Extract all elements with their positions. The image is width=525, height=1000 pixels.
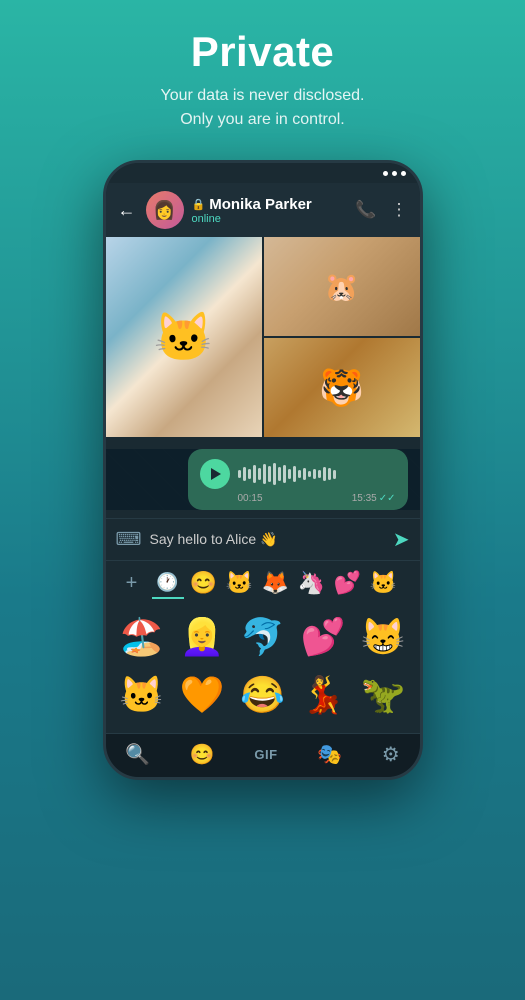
contact-info: 🔒 Monika Parker online	[192, 196, 348, 225]
avatar: 👩	[146, 191, 184, 229]
emoji-1[interactable]: 😊	[188, 567, 220, 599]
send-button[interactable]: ➤	[393, 527, 410, 552]
sticker-beach[interactable]: 🏖️	[116, 611, 168, 663]
sticker-hearts[interactable]: 💕	[297, 611, 349, 663]
play-button[interactable]	[200, 459, 230, 489]
nav-sticker[interactable]: 🎭	[317, 742, 342, 767]
nav-search[interactable]: 🔍	[125, 742, 150, 767]
input-bar: ⌨ Say hello to Alice 👋 ➤	[106, 518, 420, 560]
recent-tab[interactable]: 🕐	[152, 567, 184, 599]
sticker-laughing[interactable]: 😂	[236, 669, 288, 721]
search-icon: 🔍	[125, 742, 150, 767]
sticker-dinosaur[interactable]: 🦖	[357, 669, 409, 721]
battery-icon	[401, 171, 406, 176]
emoji-3[interactable]: 🦊	[260, 567, 292, 599]
sticker-gingerbread[interactable]: 🧡	[176, 669, 228, 721]
wave-bar	[243, 467, 246, 481]
sticker-dolphin[interactable]: 🐬	[236, 611, 288, 663]
contact-status: online	[192, 213, 348, 225]
sticker-woman[interactable]: 👱‍♀️	[176, 611, 228, 663]
voice-content	[200, 459, 396, 489]
wifi-icon	[392, 171, 397, 176]
phone-mockup: ← 👩 🔒 Monika Parker online 📞 ⋮	[103, 160, 423, 780]
emoji-icon: 😊	[190, 742, 215, 767]
cat-photo	[106, 237, 262, 437]
gif-icon: GIF	[254, 747, 277, 762]
tiger-photo	[264, 338, 420, 437]
wave-bar	[293, 466, 296, 482]
photo-grid	[106, 237, 420, 437]
wave-bar	[318, 470, 321, 478]
nav-gif[interactable]: GIF	[254, 747, 277, 762]
wave-bar	[248, 469, 251, 479]
wave-bar	[303, 468, 306, 480]
wave-bar	[308, 471, 311, 477]
sticker-section: 🏖️ 👱‍♀️ 🐬 💕 😸 🐱 🧡 😂 💃 🦖	[106, 605, 420, 733]
sticker-cat-glasses[interactable]: 😸	[357, 611, 409, 663]
sticker-row-1: 🏖️ 👱‍♀️ 🐬 💕 😸	[114, 611, 412, 663]
sticker-dance[interactable]: 💃	[297, 669, 349, 721]
wave-bar	[258, 468, 261, 480]
menu-button[interactable]: ⋮	[391, 200, 408, 220]
wave-bar	[253, 465, 256, 483]
sticker-pink-cat[interactable]: 🐱	[116, 669, 168, 721]
sticker-icon: 🎭	[317, 742, 342, 767]
wave-bar	[298, 470, 301, 478]
hero-subtitle: Your data is never disclosed. Only you a…	[161, 84, 365, 132]
emoji-4[interactable]: 🦄	[296, 567, 328, 599]
contact-name: 🔒 Monika Parker	[192, 196, 348, 213]
waveform	[238, 462, 396, 486]
back-button[interactable]: ←	[118, 200, 136, 221]
wave-bar	[328, 468, 331, 480]
nav-emoji[interactable]: 😊	[190, 742, 215, 767]
settings-icon: ⚙	[382, 742, 400, 767]
wave-bar	[288, 469, 291, 479]
message-input[interactable]: Say hello to Alice 👋	[149, 531, 384, 548]
wave-bar	[263, 464, 266, 484]
lock-icon: 🔒	[192, 198, 206, 211]
emoji-6[interactable]: 🐱	[368, 567, 400, 599]
play-icon	[211, 468, 221, 480]
header-actions: 📞 ⋮	[355, 200, 407, 220]
wave-bar	[268, 466, 271, 482]
nav-settings[interactable]: ⚙	[382, 742, 400, 767]
status-bar	[106, 163, 420, 183]
read-receipt: ✓✓	[379, 493, 396, 504]
hamster-photo	[264, 237, 420, 336]
bottom-nav: 🔍 😊 GIF 🎭 ⚙	[106, 733, 420, 777]
sticker-row-2: 🐱 🧡 😂 💃 🦖	[114, 669, 412, 721]
wave-bar	[273, 463, 276, 485]
add-sticker-button[interactable]: +	[116, 567, 148, 599]
emoji-5[interactable]: 💕	[332, 567, 364, 599]
wave-bar	[283, 465, 286, 483]
page-title: Private	[191, 28, 335, 76]
call-button[interactable]: 📞	[355, 200, 376, 220]
wave-bar	[333, 470, 336, 479]
keyboard-icon[interactable]: ⌨	[116, 529, 142, 550]
wave-bar	[238, 470, 241, 478]
chat-header: ← 👩 🔒 Monika Parker online 📞 ⋮	[106, 183, 420, 237]
emoji-toolbar: + 🕐 😊 🐱 🦊 🦄 💕 🐱	[106, 560, 420, 605]
wave-bar	[278, 467, 281, 481]
voice-message-bubble: 00:15 15:35 ✓✓	[188, 449, 408, 510]
voice-meta: 00:15 15:35 ✓✓	[200, 493, 396, 504]
wave-bar	[313, 469, 316, 479]
wave-bar	[323, 467, 326, 481]
chat-area: 00:15 15:35 ✓✓	[106, 449, 420, 510]
signal-icon	[383, 171, 388, 176]
voice-time: 15:35 ✓✓	[352, 493, 396, 504]
voice-duration: 00:15	[238, 493, 263, 504]
emoji-2[interactable]: 🐱	[224, 567, 256, 599]
